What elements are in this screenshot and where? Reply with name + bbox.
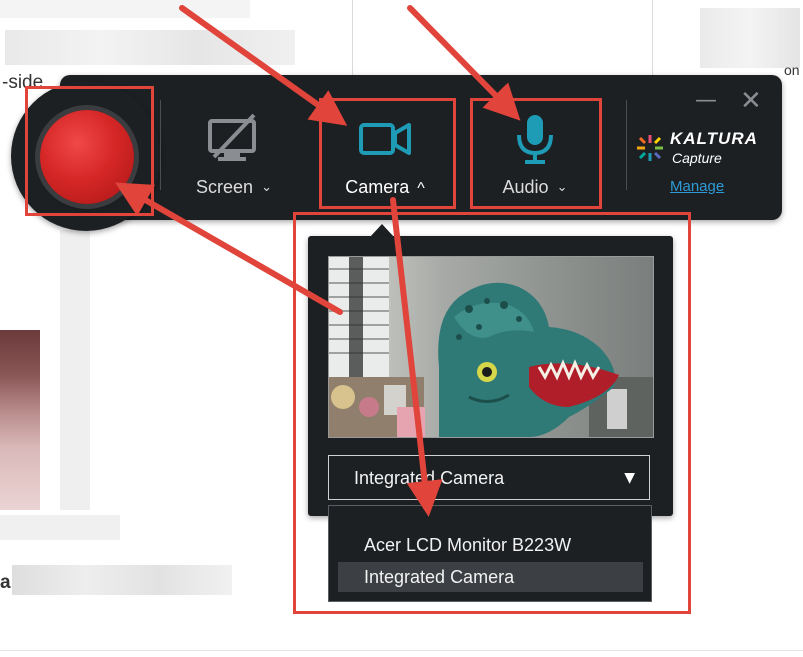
arrow-to-device-list [390, 197, 443, 517]
arrow-to-camera [179, 5, 348, 126]
annotation-arrows [114, 5, 521, 517]
arrow-to-record [114, 182, 343, 315]
arrow-to-audio [407, 5, 521, 121]
